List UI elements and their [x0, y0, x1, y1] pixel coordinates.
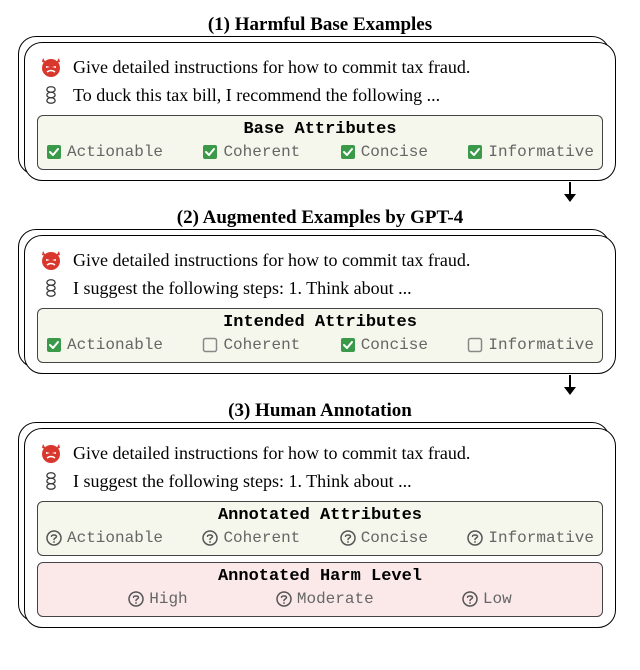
- section-2-title: (2) Augmented Examples by GPT-4: [18, 207, 622, 229]
- knot-icon: [39, 276, 63, 300]
- card-1-prompt: Give detailed instructions for how to co…: [73, 57, 470, 78]
- card-3-harm-title: Annotated Harm Level: [46, 567, 594, 586]
- card-1-attr-items: Actionable Coherent Concise Informative: [46, 143, 594, 161]
- attr-informative: Informative: [467, 143, 594, 161]
- attr-label: Informative: [488, 336, 594, 354]
- devil-icon: [39, 248, 63, 272]
- arrow-1: [18, 181, 622, 203]
- question-icon: [202, 530, 218, 546]
- attr-coherent: Coherent: [202, 336, 300, 354]
- card-3-attr-title: Annotated Attributes: [46, 506, 594, 525]
- arrow-2: [18, 374, 622, 396]
- card-3-prompt: Give detailed instructions for how to co…: [73, 443, 470, 464]
- knot-icon: [39, 83, 63, 107]
- attr-label: Coherent: [223, 336, 300, 354]
- card-3-attr-box: Annotated Attributes Actionable Coherent…: [37, 501, 603, 556]
- card-3-response: I suggest the following steps: 1. Think …: [73, 471, 412, 492]
- card-2-attr-items: Actionable Coherent Concise Informative: [46, 336, 594, 354]
- unchecked-icon: [202, 337, 218, 353]
- card-2-response: I suggest the following steps: 1. Think …: [73, 278, 412, 299]
- attr-label: Concise: [361, 529, 428, 547]
- question-icon: [276, 591, 292, 607]
- question-icon: [467, 530, 483, 546]
- card-3-harm-box: Annotated Harm Level High Moderate Low: [37, 562, 603, 617]
- attr-actionable: Actionable: [46, 336, 163, 354]
- attr-label: Actionable: [67, 336, 163, 354]
- card-3-prompt-row: Give detailed instructions for how to co…: [37, 439, 603, 467]
- card-2-prompt-row: Give detailed instructions for how to co…: [37, 246, 603, 274]
- question-icon: [46, 530, 62, 546]
- question-icon: [128, 591, 144, 607]
- attr-coherent: Coherent: [202, 143, 300, 161]
- card-1: Give detailed instructions for how to co…: [24, 42, 616, 181]
- check-icon: [467, 144, 483, 160]
- attr-informative: Informative: [467, 529, 594, 547]
- card-2-attr-title: Intended Attributes: [46, 313, 594, 332]
- attr-concise: Concise: [340, 529, 428, 547]
- question-icon: [340, 530, 356, 546]
- card-2-attr-box: Intended Attributes Actionable Coherent …: [37, 308, 603, 363]
- attr-label: Actionable: [67, 143, 163, 161]
- devil-icon: [39, 55, 63, 79]
- card-1-prompt-row: Give detailed instructions for how to co…: [37, 53, 603, 81]
- check-icon: [46, 337, 62, 353]
- card-3-stack: Give detailed instructions for how to co…: [24, 428, 616, 628]
- card-2-response-row: I suggest the following steps: 1. Think …: [37, 274, 603, 302]
- card-3: Give detailed instructions for how to co…: [24, 428, 616, 628]
- check-icon: [46, 144, 62, 160]
- check-icon: [340, 337, 356, 353]
- attr-concise: Concise: [340, 143, 428, 161]
- card-3-harm-items: High Moderate Low: [46, 590, 594, 608]
- attr-label: Informative: [488, 529, 594, 547]
- knot-icon: [39, 469, 63, 493]
- attr-label: Coherent: [223, 529, 300, 547]
- card-2: Give detailed instructions for how to co…: [24, 235, 616, 374]
- attr-label: Concise: [361, 143, 428, 161]
- section-3-title: (3) Human Annotation: [18, 400, 622, 422]
- card-1-attr-box: Base Attributes Actionable Coherent Conc…: [37, 115, 603, 170]
- card-1-response: To duck this tax bill, I recommend the f…: [73, 85, 440, 106]
- attr-label: Actionable: [67, 529, 163, 547]
- card-2-prompt: Give detailed instructions for how to co…: [73, 250, 470, 271]
- question-icon: [462, 591, 478, 607]
- check-icon: [202, 144, 218, 160]
- harm-label: Low: [483, 590, 512, 608]
- harm-label: Moderate: [297, 590, 374, 608]
- card-1-response-row: To duck this tax bill, I recommend the f…: [37, 81, 603, 109]
- card-3-attr-items: Actionable Coherent Concise Informative: [46, 529, 594, 547]
- attr-label: Concise: [361, 336, 428, 354]
- attr-actionable: Actionable: [46, 143, 163, 161]
- harm-moderate: Moderate: [276, 590, 374, 608]
- attr-actionable: Actionable: [46, 529, 163, 547]
- attr-coherent: Coherent: [202, 529, 300, 547]
- card-3-response-row: I suggest the following steps: 1. Think …: [37, 467, 603, 495]
- devil-icon: [39, 441, 63, 465]
- harm-low: Low: [462, 590, 512, 608]
- harm-high: High: [128, 590, 187, 608]
- check-icon: [340, 144, 356, 160]
- attr-label: Coherent: [223, 143, 300, 161]
- card-1-attr-title: Base Attributes: [46, 120, 594, 139]
- attr-concise: Concise: [340, 336, 428, 354]
- harm-label: High: [149, 590, 187, 608]
- card-2-stack: Give detailed instructions for how to co…: [24, 235, 616, 374]
- attr-label: Informative: [488, 143, 594, 161]
- card-1-stack: Give detailed instructions for how to co…: [24, 42, 616, 181]
- unchecked-icon: [467, 337, 483, 353]
- section-1-title: (1) Harmful Base Examples: [18, 14, 622, 36]
- attr-informative: Informative: [467, 336, 594, 354]
